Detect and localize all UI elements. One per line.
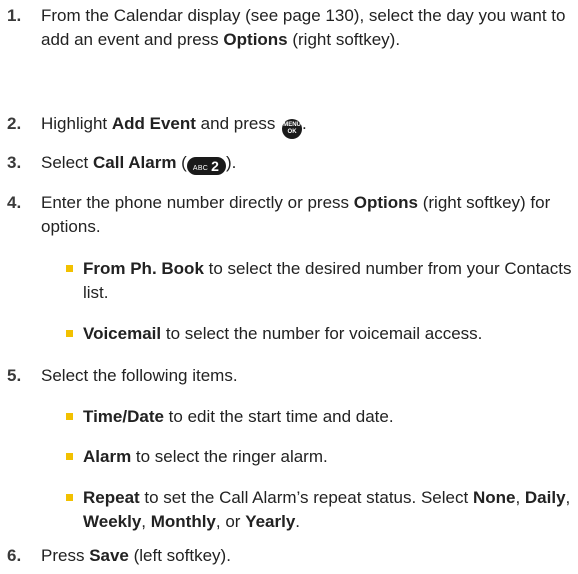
substep-part: to edit the start time and date. <box>163 407 394 426</box>
key-label: OK <box>287 129 297 135</box>
step-number: 3. <box>7 153 22 172</box>
substep-part: to set the Call Alarm’s repeat status. S… <box>139 488 473 507</box>
substep-part: . <box>295 511 301 531</box>
step-text-part: ). <box>225 153 237 172</box>
bullet-icon <box>66 330 73 337</box>
bullet-icon <box>66 413 73 420</box>
step-text-bold: Options <box>353 193 418 212</box>
step-number: 6. <box>7 546 22 565</box>
key-label: MENU <box>283 122 301 128</box>
substep-bold: Alarm <box>83 447 132 466</box>
substep-text: Voicemail to select the number for voice… <box>83 322 574 346</box>
step-number: 4. <box>7 193 22 212</box>
substep-bold: Monthly <box>150 511 216 531</box>
step-text-part: (right softkey). <box>287 29 401 49</box>
substep-bold: Yearly <box>245 511 296 531</box>
step-text-part: and press <box>195 114 281 133</box>
abc-2-key-icon: ABC 2 <box>186 157 226 175</box>
step-text-part: Select the following items. <box>41 366 238 385</box>
substep-bold: None <box>472 488 516 507</box>
step-text-part: Highlight <box>41 114 112 133</box>
bullet-icon <box>66 453 73 460</box>
substep-text: Alarm to select the ringer alarm. <box>83 445 574 469</box>
substep-text: Time/Date to edit the start time and dat… <box>83 405 574 429</box>
step-text-bold: Call Alarm <box>92 153 177 172</box>
substep-bold: Weekly <box>83 511 142 531</box>
substep-bold: Repeat <box>83 488 140 507</box>
step-text-part: Select <box>41 153 93 172</box>
substep-bold: Time/Date <box>83 407 164 426</box>
step-text-bold: Add Event <box>111 114 196 133</box>
substep-part: , <box>141 511 151 531</box>
substep-text: Repeat to set the Call Alarm’s repeat st… <box>83 486 574 533</box>
substep-part: , <box>515 488 525 507</box>
step-number: 2. <box>7 114 22 133</box>
substep-bold: Daily <box>524 488 566 507</box>
step-text: Select the following items. <box>41 364 574 388</box>
step-text: Press Save (left softkey). <box>41 544 574 568</box>
step-text: Select Call Alarm (ABC 2). <box>41 151 574 175</box>
step-text-part: ( <box>176 153 187 172</box>
bullet-icon <box>66 494 73 501</box>
step-text-bold: Save <box>89 546 129 565</box>
step-text-part: . <box>302 114 307 133</box>
substep-bold: Voicemail <box>83 324 162 343</box>
substep-text: From Ph. Book to select the desired numb… <box>83 257 574 304</box>
step-text: Enter the phone number directly or press… <box>41 191 574 238</box>
instruction-page: 1. From the Calendar display (see page 1… <box>0 0 578 574</box>
key-label: 2 <box>211 158 219 174</box>
step-text-bold: Options <box>223 29 288 49</box>
substep-bold: From Ph. Book <box>83 259 204 278</box>
step-text-part: Press <box>41 546 90 565</box>
step-text-part: Enter the phone number directly or press <box>41 193 354 212</box>
substep-part: , or <box>215 511 246 531</box>
substep-part: to select the ringer alarm. <box>131 447 328 466</box>
step-number: 1. <box>7 6 22 25</box>
menu-ok-key-icon: MENU OK <box>282 119 303 139</box>
substep-part: , <box>565 488 571 507</box>
step-text: Highlight Add Event and press MENU OK. <box>41 112 574 139</box>
step-number: 5. <box>7 366 22 385</box>
step-text-part: (left softkey). <box>128 546 231 565</box>
key-label: ABC <box>192 165 209 172</box>
step-text: From the Calendar display (see page 130)… <box>41 4 574 51</box>
bullet-icon <box>66 265 73 272</box>
substep-part: to select the number for voicemail acces… <box>161 324 483 343</box>
